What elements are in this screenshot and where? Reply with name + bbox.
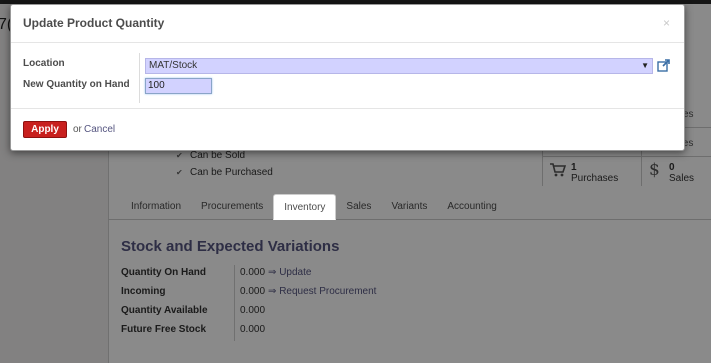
new-quantity-input[interactable]: 100 [145, 78, 212, 94]
label-divider [139, 53, 140, 103]
location-select[interactable]: MAT/Stock ▼ [145, 58, 653, 74]
apply-button[interactable]: Apply [23, 121, 67, 138]
tab-inventory[interactable]: Inventory [273, 194, 337, 220]
or-text: or [73, 124, 82, 135]
dialog-title: Update Product Quantity [23, 16, 165, 30]
location-label: Location [23, 58, 65, 69]
new-quantity-label: New Quantity on Hand [23, 79, 130, 90]
location-select-value: MAT/Stock [149, 60, 198, 71]
cancel-link[interactable]: Cancel [84, 124, 115, 135]
update-quantity-dialog: Update Product Quantity × Location New Q… [10, 4, 685, 151]
dialog-header: Update Product Quantity × [11, 5, 684, 43]
dropdown-arrow-icon[interactable]: ▼ [641, 59, 649, 73]
close-icon[interactable]: × [663, 16, 670, 30]
external-link-icon[interactable] [657, 58, 671, 72]
dialog-footer: Apply or Cancel [11, 109, 684, 149]
dialog-body: Location New Quantity on Hand MAT/Stock … [11, 43, 684, 109]
